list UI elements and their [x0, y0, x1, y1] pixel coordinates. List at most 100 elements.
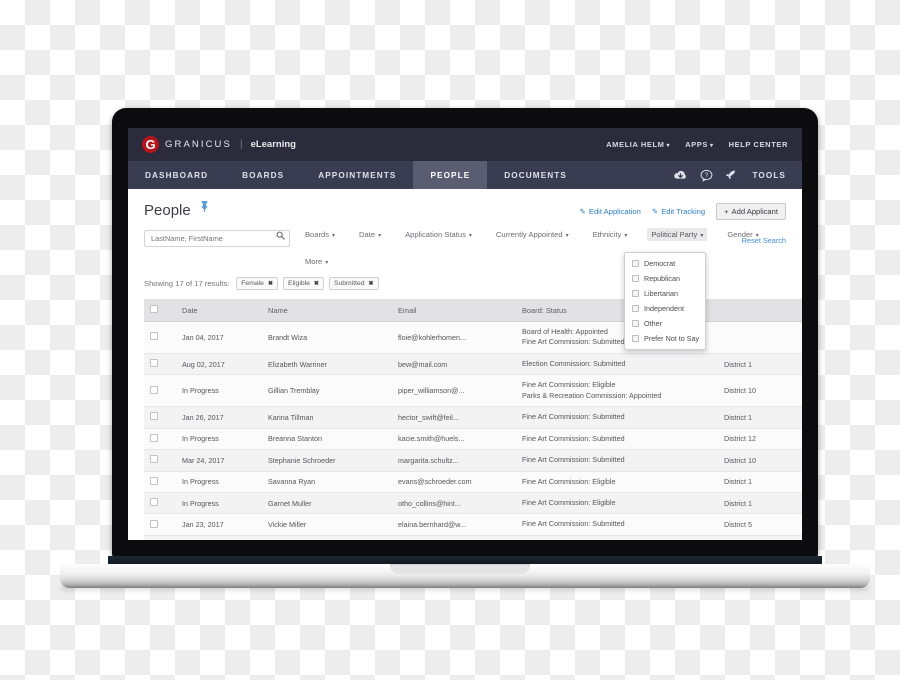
political-party-dropdown[interactable]: Democrat Republican Libertarian Independ…	[624, 252, 706, 350]
dropdown-option-label: Independent	[644, 304, 684, 313]
cell-board-status: Fine Art Commission: Eligible Parks & Rec…	[516, 374, 718, 408]
tab-people[interactable]: PEOPLE	[413, 161, 488, 189]
tools-label[interactable]: TOOLS	[752, 171, 786, 180]
checkbox-icon[interactable]	[150, 455, 158, 464]
checkbox-icon[interactable]	[150, 519, 158, 528]
column-header-name[interactable]: Name	[262, 299, 392, 322]
chevron-down-icon: ▾	[378, 233, 382, 239]
table-row[interactable]: Aug 02, 2017 Elizabeth Warriner bew@mail.c…	[144, 353, 802, 376]
board-status-line: Parks & Recreation Commission: Appointed	[522, 390, 662, 400]
filter-ethnicity-label: Ethnicity	[592, 230, 622, 239]
column-header-email[interactable]: Email	[392, 299, 516, 322]
edit-application-label: Edit Application	[588, 207, 641, 216]
dropdown-option-republican[interactable]: Republican	[625, 271, 705, 286]
help-center-link[interactable]: HELP CENTER	[729, 140, 788, 149]
checkbox-icon[interactable]	[150, 332, 158, 341]
checkbox-icon[interactable]	[632, 320, 639, 327]
table-row[interactable]: In ProgressHazel Lueilwitzlee_sanford@ke…	[144, 535, 802, 540]
apps-menu[interactable]: APPS ▾	[685, 140, 713, 149]
checkbox-icon[interactable]	[150, 359, 158, 368]
column-header-district[interactable]	[718, 299, 802, 322]
checkbox-icon[interactable]	[150, 476, 158, 485]
cloud-download-icon[interactable]	[673, 169, 688, 181]
filter-currently-appointed[interactable]: Currently Appointed ▾	[492, 228, 573, 241]
filter-ethnicity[interactable]: Ethnicity ▾	[589, 228, 632, 241]
row-checkbox-cell[interactable]	[144, 321, 176, 354]
table-row[interactable]: In Progress Gillian Tremblay piper_william…	[144, 374, 802, 408]
search-icon[interactable]	[276, 231, 285, 242]
checkbox-icon[interactable]	[150, 498, 158, 507]
help-bubble-icon[interactable]: ?	[700, 169, 713, 182]
checkbox-icon[interactable]	[632, 275, 639, 282]
reset-search-link[interactable]: Reset Search	[742, 236, 786, 245]
rocket-icon[interactable]	[725, 169, 737, 181]
row-checkbox-cell[interactable]	[144, 471, 176, 493]
checkbox-icon[interactable]	[150, 412, 158, 421]
checkbox-icon[interactable]	[632, 335, 639, 342]
row-checkbox-cell[interactable]	[144, 428, 176, 451]
checkbox-icon[interactable]	[632, 305, 639, 312]
search-wrap	[144, 228, 290, 247]
tab-appointments[interactable]: APPOINTMENTS	[301, 161, 413, 189]
tab-boards[interactable]: BOARDS	[225, 161, 301, 189]
table-row[interactable]: In Progress Breanna Stanton kacie.smith@hu…	[144, 428, 802, 451]
filter-chip-female[interactable]: Female ✖	[236, 277, 278, 290]
cell-district: District 1	[718, 492, 802, 515]
checkbox-icon[interactable]	[150, 433, 158, 442]
row-checkbox-cell[interactable]	[144, 535, 176, 540]
filter-more[interactable]: More ▾	[301, 255, 332, 268]
cell-district: District 10	[718, 449, 802, 472]
checkbox-icon[interactable]	[632, 290, 639, 297]
row-checkbox-cell[interactable]	[144, 353, 176, 376]
board-status-line: Fine Art Commission: Submitted	[522, 433, 625, 443]
edit-application-link[interactable]: ✎ Edit Application	[580, 207, 641, 216]
dropdown-option-democrat[interactable]: Democrat	[625, 256, 705, 271]
dropdown-option-prefer-not-to-say[interactable]: Prefer Not to Say	[625, 331, 705, 346]
filter-political-party-label: Political Party	[651, 230, 698, 239]
board-status-line: Fine Art Commission: Eligible	[522, 380, 616, 390]
cell-email: margarita.schultz...	[392, 449, 516, 472]
info-pin-icon[interactable]	[200, 199, 209, 217]
checkbox-icon[interactable]	[632, 260, 639, 267]
close-icon[interactable]: ✖	[314, 280, 319, 287]
checkbox-icon[interactable]	[150, 385, 158, 394]
chevron-down-icon: ▾	[700, 233, 704, 239]
board-status-line: Fine Art Commission: Submitted	[522, 519, 625, 529]
select-all-header[interactable]	[144, 299, 176, 322]
search-input[interactable]	[144, 230, 290, 247]
dropdown-option-independent[interactable]: Independent	[625, 301, 705, 316]
table-row[interactable]: Jan 23, 2017 Vickie Miller elaina.bernhard…	[144, 513, 802, 536]
user-menu-label: AMELIA HELM	[606, 140, 665, 149]
table-row[interactable]: Mar 24, 2017 Stephanie Schroeder margarita…	[144, 449, 802, 472]
dropdown-option-other[interactable]: Other	[625, 316, 705, 331]
filter-chip-submitted[interactable]: Submitted ✖	[328, 277, 379, 290]
column-header-date[interactable]: Date	[176, 299, 262, 322]
table-row[interactable]: Jan 26, 2017 Karina Tillman hector_swift@f…	[144, 406, 802, 429]
board-status-line: Fine Art Commission: Submitted	[522, 455, 625, 465]
row-checkbox-cell[interactable]	[144, 449, 176, 472]
checkbox-icon[interactable]	[150, 305, 158, 313]
filter-date[interactable]: Date ▾	[355, 228, 385, 241]
close-icon[interactable]: ✖	[268, 280, 273, 287]
cell-date: Jan 26, 2017	[176, 406, 262, 429]
tab-dashboard[interactable]: DASHBOARD	[128, 161, 225, 189]
table-row[interactable]: In Progress Garnet Muller otho_collins@hin…	[144, 492, 802, 515]
dropdown-option-libertarian[interactable]: Libertarian	[625, 286, 705, 301]
row-checkbox-cell[interactable]	[144, 406, 176, 429]
table-row[interactable]: In Progress Savanna Ryan evans@schroeder.c…	[144, 471, 802, 493]
add-applicant-button[interactable]: + Add Applicant	[716, 203, 786, 220]
filter-chip-eligible[interactable]: Eligible ✖	[282, 277, 324, 290]
brand[interactable]: G GRANICUS | eLearning	[142, 136, 296, 153]
close-icon[interactable]: ✖	[369, 280, 374, 287]
row-checkbox-cell[interactable]	[144, 513, 176, 536]
edit-tracking-link[interactable]: ✎ Edit Tracking	[652, 207, 705, 216]
user-menu[interactable]: AMELIA HELM ▾	[606, 140, 670, 149]
plus-icon: +	[724, 207, 729, 216]
row-checkbox-cell[interactable]	[144, 374, 176, 408]
filter-application-status[interactable]: Application Status ▾	[401, 228, 476, 241]
cell-date: Aug 02, 2017	[176, 353, 262, 376]
filter-political-party[interactable]: Political Party ▾	[647, 228, 708, 241]
filter-boards[interactable]: Boards ▾	[301, 228, 339, 241]
row-checkbox-cell[interactable]	[144, 492, 176, 515]
tab-documents[interactable]: DOCUMENTS	[487, 161, 584, 189]
